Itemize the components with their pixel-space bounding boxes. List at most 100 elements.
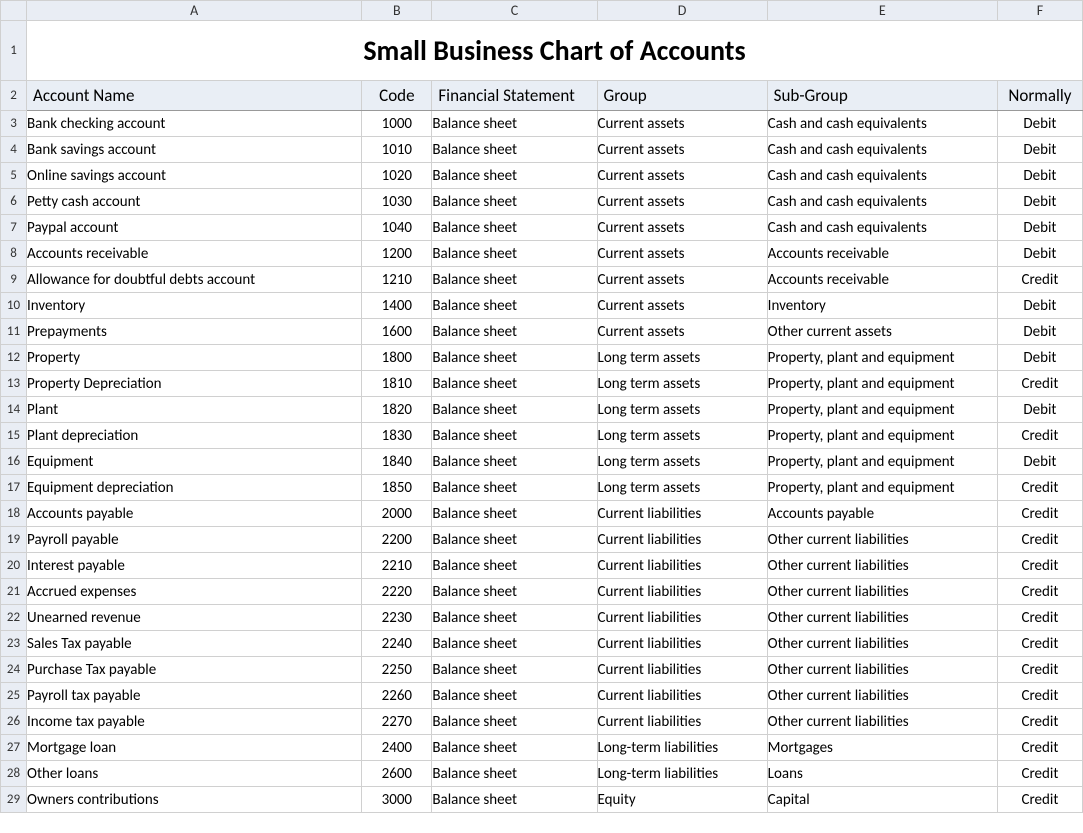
cell-normally[interactable]: Credit [997,761,1082,787]
cell-financial-statement[interactable]: Balance sheet [432,605,597,631]
cell-group[interactable]: Current assets [597,215,767,241]
cell-financial-statement[interactable]: Balance sheet [432,735,597,761]
row-header-26[interactable]: 26 [1,709,27,735]
cell-sub-group[interactable]: Loans [767,761,997,787]
cell-financial-statement[interactable]: Balance sheet [432,449,597,475]
cell-group[interactable]: Current liabilities [597,683,767,709]
col-header-E[interactable]: E [767,1,997,21]
cell-sub-group[interactable]: Property, plant and equipment [767,423,997,449]
cell-account-name[interactable]: Payroll tax payable [27,683,362,709]
row-header-11[interactable]: 11 [1,319,27,345]
cell-code[interactable]: 1820 [362,397,432,423]
cell-account-name[interactable]: Allowance for doubtful debts account [27,267,362,293]
cell-group[interactable]: Current liabilities [597,553,767,579]
cell-account-name[interactable]: Owners contributions [27,787,362,813]
cell-normally[interactable]: Credit [997,475,1082,501]
cell-group[interactable]: Current assets [597,189,767,215]
cell-financial-statement[interactable]: Balance sheet [432,527,597,553]
cell-financial-statement[interactable]: Balance sheet [432,501,597,527]
cell-code[interactable]: 2210 [362,553,432,579]
row-header-23[interactable]: 23 [1,631,27,657]
cell-group[interactable]: Current assets [597,267,767,293]
cell-group[interactable]: Long term assets [597,397,767,423]
cell-code[interactable]: 2400 [362,735,432,761]
cell-code[interactable]: 2260 [362,683,432,709]
cell-account-name[interactable]: Accrued expenses [27,579,362,605]
cell-code[interactable]: 1040 [362,215,432,241]
row-header-27[interactable]: 27 [1,735,27,761]
cell-sub-group[interactable]: Cash and cash equivalents [767,215,997,241]
cell-code[interactable]: 1840 [362,449,432,475]
cell-group[interactable]: Current liabilities [597,501,767,527]
cell-normally[interactable]: Debit [997,137,1082,163]
cell-account-name[interactable]: Accounts receivable [27,241,362,267]
cell-normally[interactable]: Credit [997,631,1082,657]
cell-account-name[interactable]: Payroll payable [27,527,362,553]
cell-code[interactable]: 2230 [362,605,432,631]
cell-normally[interactable]: Credit [997,709,1082,735]
header-sub-group[interactable]: Sub-Group [767,81,997,111]
cell-sub-group[interactable]: Mortgages [767,735,997,761]
cell-sub-group[interactable]: Capital [767,787,997,813]
cell-financial-statement[interactable]: Balance sheet [432,267,597,293]
cell-sub-group[interactable]: Cash and cash equivalents [767,189,997,215]
cell-normally[interactable]: Credit [997,579,1082,605]
row-header-9[interactable]: 9 [1,267,27,293]
cell-financial-statement[interactable]: Balance sheet [432,345,597,371]
cell-sub-group[interactable]: Other current liabilities [767,683,997,709]
row-header-4[interactable]: 4 [1,137,27,163]
row-header-29[interactable]: 29 [1,787,27,813]
cell-sub-group[interactable]: Accounts receivable [767,267,997,293]
select-all-corner[interactable] [1,1,27,21]
cell-account-name[interactable]: Unearned revenue [27,605,362,631]
cell-account-name[interactable]: Equipment [27,449,362,475]
cell-account-name[interactable]: Income tax payable [27,709,362,735]
cell-normally[interactable]: Debit [997,449,1082,475]
cell-account-name[interactable]: Bank checking account [27,111,362,137]
cell-sub-group[interactable]: Accounts payable [767,501,997,527]
cell-group[interactable]: Current assets [597,293,767,319]
cell-financial-statement[interactable]: Balance sheet [432,215,597,241]
cell-account-name[interactable]: Property Depreciation [27,371,362,397]
row-header-14[interactable]: 14 [1,397,27,423]
cell-financial-statement[interactable]: Balance sheet [432,137,597,163]
row-header-16[interactable]: 16 [1,449,27,475]
row-header-6[interactable]: 6 [1,189,27,215]
cell-code[interactable]: 3000 [362,787,432,813]
row-header-20[interactable]: 20 [1,553,27,579]
cell-account-name[interactable]: Plant [27,397,362,423]
row-header-28[interactable]: 28 [1,761,27,787]
cell-normally[interactable]: Credit [997,657,1082,683]
cell-normally[interactable]: Debit [997,163,1082,189]
cell-group[interactable]: Current liabilities [597,631,767,657]
cell-financial-statement[interactable]: Balance sheet [432,683,597,709]
cell-financial-statement[interactable]: Balance sheet [432,397,597,423]
cell-account-name[interactable]: Petty cash account [27,189,362,215]
cell-financial-statement[interactable]: Balance sheet [432,293,597,319]
col-header-B[interactable]: B [362,1,432,21]
cell-code[interactable]: 2270 [362,709,432,735]
cell-group[interactable]: Current assets [597,319,767,345]
cell-financial-statement[interactable]: Balance sheet [432,371,597,397]
cell-account-name[interactable]: Property [27,345,362,371]
cell-sub-group[interactable]: Other current liabilities [767,553,997,579]
cell-sub-group[interactable]: Other current liabilities [767,605,997,631]
cell-group[interactable]: Long-term liabilities [597,761,767,787]
row-header-1[interactable]: 1 [1,21,27,81]
cell-normally[interactable]: Credit [997,501,1082,527]
cell-financial-statement[interactable]: Balance sheet [432,319,597,345]
cell-financial-statement[interactable]: Balance sheet [432,475,597,501]
col-header-D[interactable]: D [597,1,767,21]
cell-normally[interactable]: Credit [997,267,1082,293]
cell-normally[interactable]: Debit [997,215,1082,241]
cell-financial-statement[interactable]: Balance sheet [432,423,597,449]
cell-code[interactable]: 2000 [362,501,432,527]
cell-code[interactable]: 1600 [362,319,432,345]
cell-group[interactable]: Long term assets [597,371,767,397]
row-header-8[interactable]: 8 [1,241,27,267]
cell-normally[interactable]: Debit [997,111,1082,137]
cell-financial-statement[interactable]: Balance sheet [432,553,597,579]
cell-code[interactable]: 2200 [362,527,432,553]
cell-code[interactable]: 1810 [362,371,432,397]
cell-account-name[interactable]: Bank savings account [27,137,362,163]
